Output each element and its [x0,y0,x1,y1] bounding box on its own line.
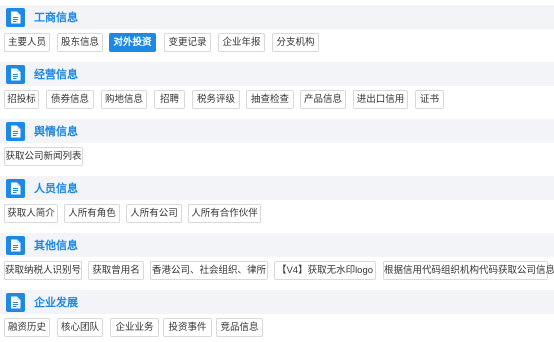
api-chip-button[interactable]: 进出口信用 [353,90,408,109]
section-title: 经营信息 [34,69,78,81]
chip-row: 融资历史 核心团队 企业业务 投资事件 竞品信息 [0,314,554,342]
section-0: 工商信息主要人员 股东信息 对外投资 变更记录 企业年报 分支机构 [0,5,554,57]
document-icon-glyph [11,11,21,23]
section-title: 舆情信息 [34,126,78,138]
api-chip-button[interactable]: 投资事件 [163,318,212,337]
document-icon [6,7,25,27]
section-2: 舆情信息获取公司新闻列表 [0,119,554,171]
section-header: 经营信息 [0,62,554,86]
api-chip-button[interactable]: 股东信息 [57,33,103,52]
api-chip-button[interactable]: 【V4】获取无水印logo [274,261,376,280]
chip-row: 获取人简介 人所有角色 人所有公司 人所有合作伙伴 [0,200,554,228]
section-4: 其他信息获取纳税人识别号 获取曾用名 香港公司、社会组织、律所 【V4】获取无水印lo… [0,233,554,285]
section-header: 舆情信息 [0,119,554,143]
api-chip-button[interactable]: 企业年报 [218,33,265,52]
api-chip-button[interactable]: 人所有合作伙伴 [188,204,261,223]
document-icon [6,235,25,255]
chip-row: 获取纳税人识别号 获取曾用名 香港公司、社会组织、律所 【V4】获取无水印logo 根据… [0,257,554,285]
api-chip-button[interactable]: 债券信息 [46,90,94,109]
document-icon [6,292,25,312]
api-chip-button[interactable]: 产品信息 [300,90,346,109]
api-chip-button[interactable]: 购地信息 [101,90,147,109]
document-icon [6,64,25,84]
api-chip-button[interactable]: 竞品信息 [216,318,263,337]
api-chip-button[interactable]: 获取纳税人识别号 [4,261,82,280]
api-chip-button[interactable]: 招投标 [4,90,39,109]
api-chip-button[interactable]: 人所有公司 [126,204,182,223]
document-icon-glyph [11,296,21,308]
document-icon [6,178,25,198]
api-chip-button[interactable]: 变更记录 [164,33,211,52]
section-header: 人员信息 [0,176,554,200]
document-icon-glyph [11,125,21,137]
section-title: 其他信息 [34,240,78,252]
section-header: 工商信息 [0,5,554,29]
document-icon-glyph [11,68,21,80]
api-chip-button[interactable]: 核心团队 [57,318,103,337]
api-chip-button[interactable]: 获取曾用名 [88,261,144,280]
chip-row: 获取公司新闻列表 [0,143,554,171]
document-icon-glyph [11,182,21,194]
section-header: 企业发展 [0,290,554,314]
api-chip-button[interactable]: 融资历史 [4,318,50,337]
chip-row: 主要人员 股东信息 对外投资 变更记录 企业年报 分支机构 [0,29,554,57]
api-chip-button[interactable]: 税务评级 [192,90,240,109]
api-chip-button[interactable]: 获取人简介 [4,204,58,223]
document-icon [6,121,25,141]
api-chip-button[interactable]: 企业业务 [110,318,159,337]
section-1: 经营信息招投标 债券信息 购地信息 招聘 税务评级 抽查检查 产品信息 进出口信用 证书 [0,62,554,114]
section-title: 人员信息 [34,183,78,195]
api-chip-button[interactable]: 抽查检查 [246,90,294,109]
section-5: 企业发展融资历史 核心团队 企业业务 投资事件 竞品信息 [0,290,554,342]
api-chip-button[interactable]: 招聘 [154,90,185,109]
document-icon-glyph [11,239,21,251]
section-3: 人员信息获取人简介 人所有角色 人所有公司 人所有合作伙伴 [0,176,554,228]
api-chip-button[interactable]: 主要人员 [4,33,50,52]
api-chip-button[interactable]: 获取公司新闻列表 [4,147,83,166]
api-chip-button[interactable]: 人所有角色 [64,204,120,223]
chip-row: 招投标 债券信息 购地信息 招聘 税务评级 抽查检查 产品信息 进出口信用 证书 [0,86,554,114]
api-chip-button[interactable]: 证书 [415,90,444,109]
api-chip-button[interactable]: 对外投资 [109,33,156,52]
api-chip-button[interactable]: 分支机构 [272,33,319,52]
section-title: 企业发展 [34,297,78,309]
section-header: 其他信息 [0,233,554,257]
api-chip-button[interactable]: 根据信用代码组织机构代码获取公司信息 [383,261,554,280]
capability-catalog: 工商信息主要人员 股东信息 对外投资 变更记录 企业年报 分支机构经营信息招投标 债券信息购… [0,0,554,342]
section-title: 工商信息 [34,12,78,24]
api-chip-button[interactable]: 香港公司、社会组织、律所 [150,261,268,280]
